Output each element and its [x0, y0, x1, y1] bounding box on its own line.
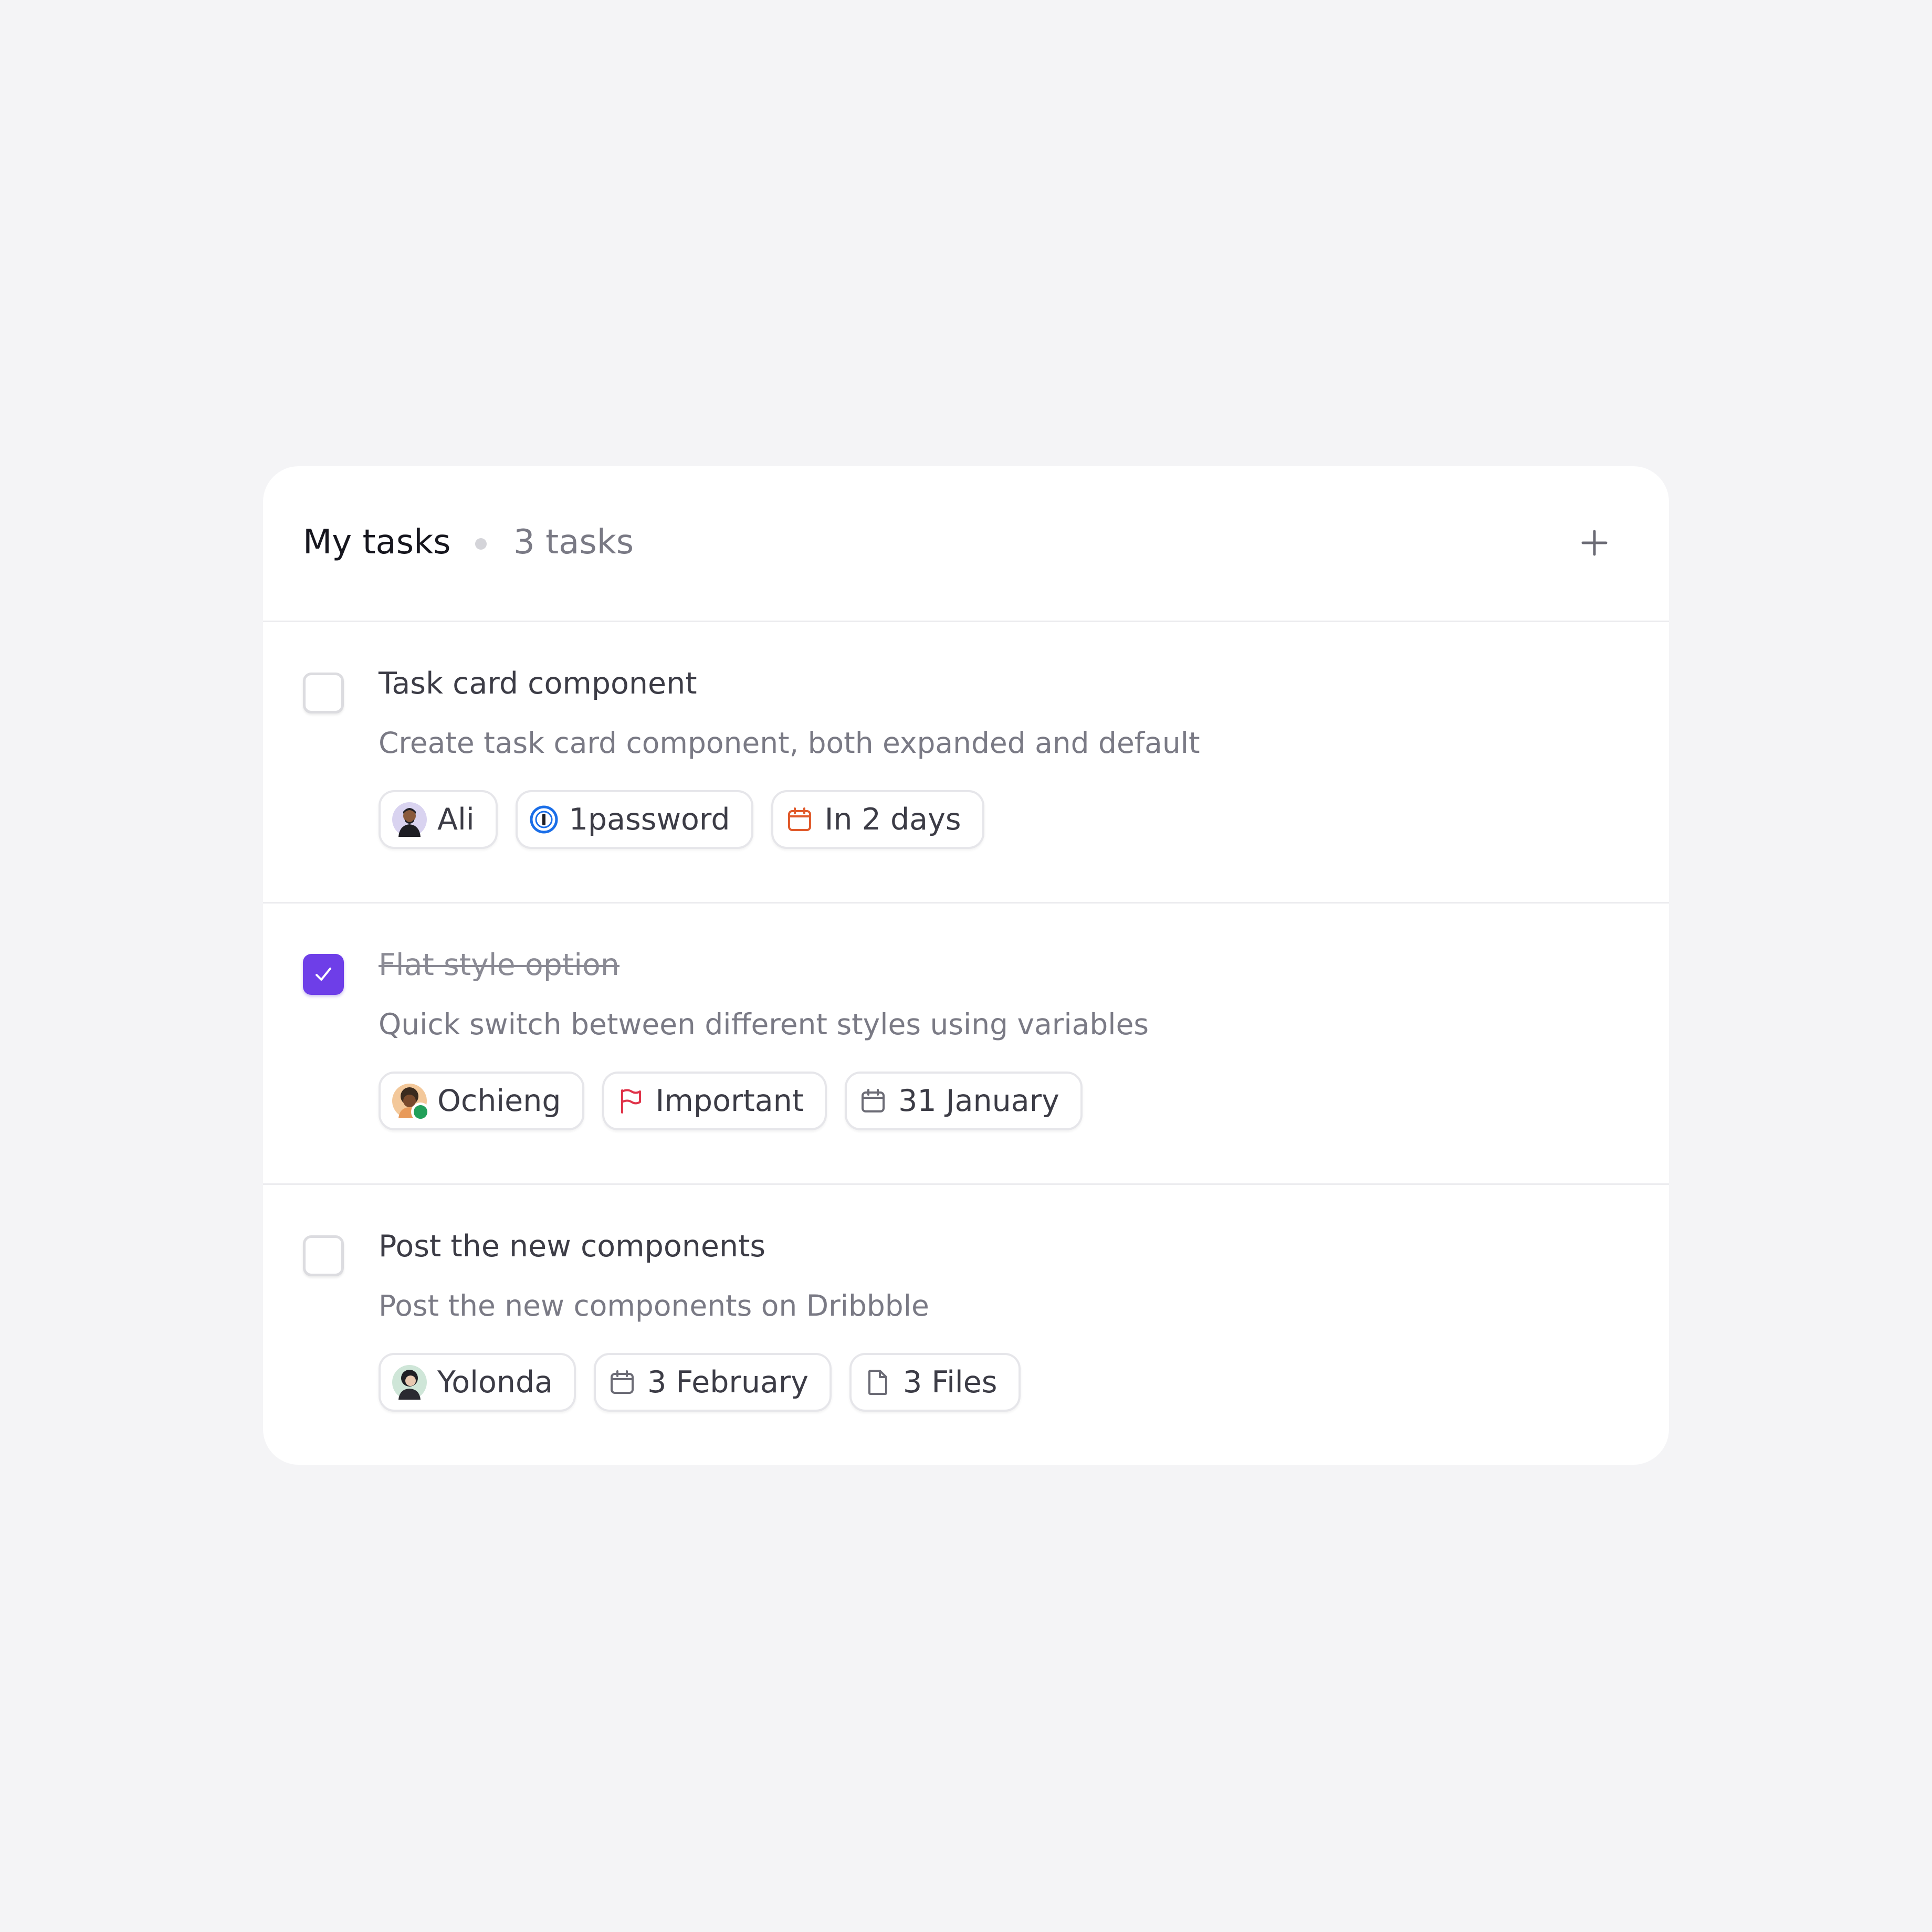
task-checkbox[interactable]	[303, 673, 344, 713]
assignee-name: Ochieng	[437, 1084, 561, 1118]
task-tags: Yolonda 3 February 3 Files	[379, 1353, 1021, 1412]
assignee-pill[interactable]: Yolonda	[379, 1353, 576, 1412]
task-item: Flat style option Quick switch between d…	[263, 904, 1669, 1185]
task-checkbox[interactable]	[303, 1235, 344, 1276]
assignee-pill[interactable]: Ali	[379, 790, 498, 849]
task-item: Task card component Create task card com…	[263, 622, 1669, 904]
files-count: 3 Files	[903, 1365, 998, 1400]
project-pill[interactable]: 1password	[515, 790, 753, 849]
task-item: Post the new components Post the new com…	[263, 1185, 1669, 1465]
task-title[interactable]: Post the new components	[379, 1229, 765, 1264]
due-date-pill[interactable]: 31 January	[845, 1072, 1083, 1130]
avatar-ali	[392, 802, 427, 837]
page-title: My tasks	[303, 523, 451, 562]
assignee-name: Ali	[437, 802, 475, 837]
card-header: My tasks 3 tasks	[263, 466, 1669, 622]
file-icon	[863, 1368, 892, 1397]
add-task-button[interactable]	[1568, 517, 1621, 569]
task-title[interactable]: Task card component	[379, 666, 697, 701]
calendar-icon	[785, 805, 814, 834]
priority-pill[interactable]: Important	[602, 1072, 827, 1130]
task-checkbox-checked[interactable]	[303, 954, 344, 995]
avatar-yolonda	[392, 1365, 427, 1400]
separator-dot	[475, 538, 487, 550]
due-date-pill[interactable]: 3 February	[594, 1353, 832, 1412]
calendar-icon	[858, 1086, 888, 1116]
assignee-name: Yolonda	[437, 1365, 553, 1400]
onepassword-icon	[529, 805, 559, 834]
task-description: Quick switch between different styles us…	[379, 1007, 1149, 1041]
task-title[interactable]: Flat style option	[379, 948, 620, 982]
project-name: 1password	[569, 802, 730, 837]
priority-label: Important	[655, 1084, 804, 1118]
task-description: Create task card component, both expande…	[379, 726, 1200, 760]
task-tags: Ochieng Important 31 January	[379, 1072, 1083, 1130]
due-date-pill[interactable]: In 2 days	[771, 790, 984, 849]
check-icon	[316, 968, 331, 981]
due-date: 3 February	[647, 1365, 809, 1400]
due-date: 31 January	[898, 1084, 1059, 1118]
files-pill[interactable]: 3 Files	[849, 1353, 1021, 1412]
due-date: In 2 days	[824, 802, 961, 837]
calendar-icon	[607, 1368, 637, 1397]
tasks-card: My tasks 3 tasks Task card component Cre…	[263, 466, 1669, 1465]
task-tags: Ali 1password In 2 days	[379, 790, 984, 849]
online-status-dot	[411, 1102, 430, 1121]
avatar-ochieng	[392, 1084, 430, 1121]
task-description: Post the new components on Dribbble	[379, 1289, 929, 1322]
task-count: 3 tasks	[513, 523, 634, 562]
flag-icon	[616, 1086, 645, 1116]
plus-icon	[1581, 530, 1608, 556]
assignee-pill[interactable]: Ochieng	[379, 1072, 584, 1130]
